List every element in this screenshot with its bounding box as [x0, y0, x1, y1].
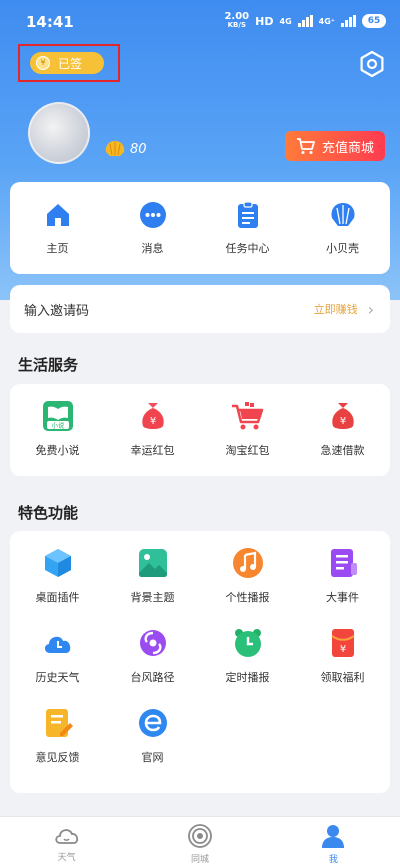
red-envelope-icon: ¥ [330, 629, 355, 657]
recharge-mall-button[interactable]: 充值商城 [285, 131, 385, 161]
history-weather-icon [44, 636, 70, 653]
invite-code-row[interactable]: 输入邀请码 立即赚钱 › [10, 285, 390, 333]
lucky-money-bag-icon: ¥ [141, 403, 164, 429]
feedback-icon [45, 709, 73, 737]
chevron-right-icon: › [367, 299, 374, 319]
task-center-icon [237, 201, 258, 228]
feature-item-personal-broadcast[interactable]: 个性播报 [200, 547, 295, 605]
weather-cloud-icon [55, 829, 78, 844]
bottom-tab-bar: 天气 同城 我 [0, 816, 400, 867]
svg-text:¥: ¥ [339, 644, 345, 655]
music-note-icon [232, 548, 263, 578]
tab-weather[interactable]: 天气 [0, 817, 133, 867]
signed-highlight-box: ¥ 已签 [18, 44, 120, 82]
feature-item-history-weather[interactable]: 历史天气 [10, 627, 105, 685]
life-services-title: 生活服务 [18, 356, 79, 374]
feature-item-big-events[interactable]: 大事件 [295, 547, 390, 605]
avatar[interactable] [28, 102, 90, 164]
coin-icon: ¥ [36, 56, 50, 70]
typhoon-icon [139, 630, 166, 656]
message-icon [139, 202, 166, 228]
golden-shell-icon [105, 141, 125, 156]
life-item-taobao-red-packet[interactable]: 淘宝红包 [200, 400, 295, 458]
settings-gear-icon[interactable] [358, 50, 386, 78]
shell-count: 80 [130, 141, 147, 157]
svg-text:¥: ¥ [339, 416, 345, 427]
quick-item-shell[interactable]: 小贝壳 [295, 200, 390, 256]
home-icon [46, 204, 69, 226]
signal-icon-2 [341, 15, 356, 27]
tab-local[interactable]: 同城 [133, 817, 266, 867]
network-4g-label: 4G [279, 16, 292, 26]
tab-me[interactable]: 我 [267, 817, 400, 867]
shell-balance[interactable]: 80 [104, 140, 147, 158]
website-icon [138, 709, 167, 737]
life-item-free-novel[interactable]: 小说 免费小说 [10, 400, 105, 458]
quick-item-message[interactable]: 消息 [105, 200, 200, 256]
life-services-card: 小说 免费小说 ¥ 幸运红包 淘宝红包 ¥ 急速借款 [10, 384, 390, 476]
desktop-widget-icon [44, 549, 71, 577]
big-events-icon [330, 549, 357, 577]
feature-item-desktop-widget[interactable]: 桌面插件 [10, 547, 105, 605]
signed-in-button[interactable]: ¥ 已签 [30, 52, 104, 74]
signed-label: 已签 [58, 56, 83, 71]
quick-item-task-center[interactable]: 任务中心 [200, 200, 295, 256]
profile-icon [322, 825, 345, 848]
novel-badge-text: 小说 [51, 421, 65, 430]
feature-item-claim-benefits[interactable]: ¥ 领取福利 [295, 627, 390, 685]
life-item-lucky-red-packet[interactable]: ¥ 幸运红包 [105, 400, 200, 458]
features-card: 桌面插件 背景主题 个性播报 大事件 历史天气 台风路径 定时播报 ¥ 领取福利… [10, 531, 390, 793]
recharge-mall-label: 充值商城 [321, 140, 374, 156]
loan-money-bag-icon: ¥ [331, 403, 354, 429]
shopping-cart-icon [296, 138, 315, 154]
novel-icon: 小说 [42, 401, 73, 431]
feature-item-typhoon-path[interactable]: 台风路径 [105, 627, 200, 685]
background-theme-icon [138, 549, 167, 577]
shopping-cart-icon [231, 402, 263, 430]
quick-menu-card: 主页 消息 任务中心 小贝壳 [10, 182, 390, 274]
network-4g-plus-label: 4G⁺ [318, 16, 335, 26]
hd-icon: HD [255, 14, 274, 28]
svg-text:¥: ¥ [149, 416, 155, 427]
quick-item-home[interactable]: 主页 [10, 200, 105, 256]
invite-code-label: 输入邀请码 [24, 303, 90, 319]
signal-icon [297, 15, 313, 27]
status-bar: 14:41 2.00 KB/S HD 4G 4G⁺ 65 [0, 0, 400, 40]
earn-now-link[interactable]: 立即赚钱 [314, 301, 358, 317]
feature-item-official-website[interactable]: 官网 [105, 707, 200, 765]
feature-item-timed-broadcast[interactable]: 定时播报 [200, 627, 295, 685]
network-speed: 2.00 KB/S [224, 11, 250, 30]
local-circle-icon [188, 824, 212, 848]
features-title: 特色功能 [18, 504, 79, 522]
life-item-quick-loan[interactable]: ¥ 急速借款 [295, 400, 390, 458]
battery-icon: 65 [362, 14, 386, 28]
shell-icon [330, 203, 355, 226]
feature-item-background-theme[interactable]: 背景主题 [105, 547, 200, 605]
feature-item-feedback[interactable]: 意见反馈 [10, 707, 105, 765]
status-time: 14:41 [26, 13, 74, 31]
alarm-clock-icon [234, 629, 261, 657]
